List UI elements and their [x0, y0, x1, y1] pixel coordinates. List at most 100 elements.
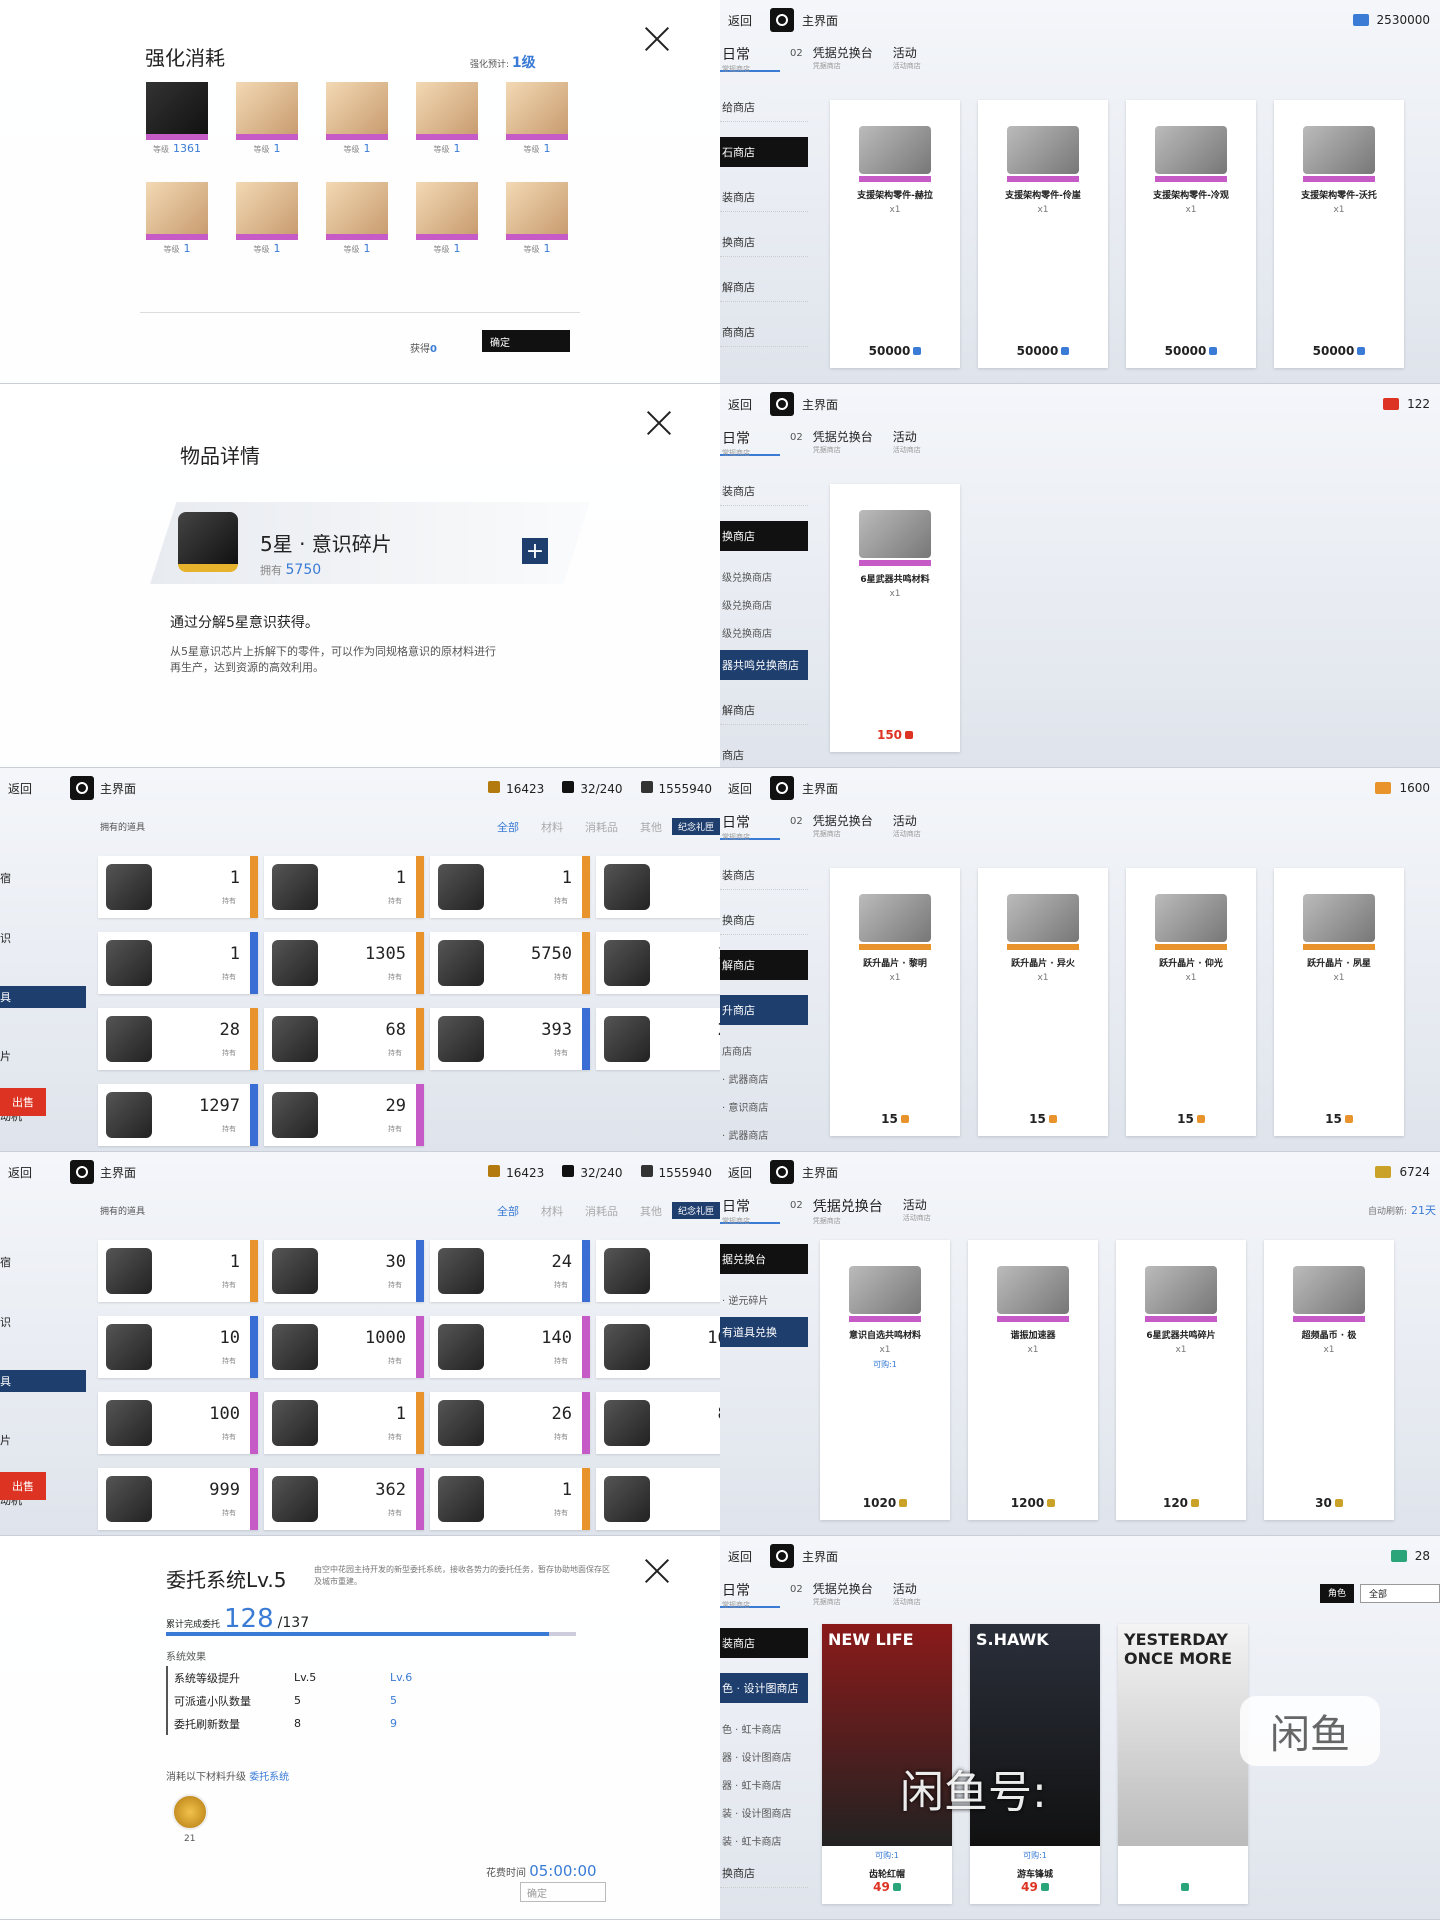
shop-card[interactable]: 支援架构零件-赫拉 x1 50000: [830, 100, 960, 368]
sidebar-item[interactable]: 换商店: [720, 521, 808, 551]
home-icon[interactable]: [770, 1544, 794, 1568]
shop-card[interactable]: 跃升晶片 · 异火 x1 15: [978, 868, 1108, 1136]
inventory-item[interactable]: 140 持有: [430, 1316, 590, 1378]
sidebar-item[interactable]: 具: [0, 986, 86, 1008]
filter-tab[interactable]: 消耗品: [585, 1203, 618, 1219]
home-label[interactable]: 主界面: [802, 396, 1383, 413]
sidebar-item[interactable]: 商店: [720, 740, 808, 767]
enhance-item[interactable]: 等级 1: [236, 82, 298, 155]
sidebar-item[interactable]: 换商店: [720, 905, 808, 935]
sidebar-item[interactable]: 具: [0, 1370, 86, 1392]
sidebar-item[interactable]: 商商店: [720, 317, 808, 347]
sidebar-item[interactable]: 石商店: [720, 137, 808, 167]
sidebar-item[interactable]: 解商店: [720, 272, 808, 302]
enhance-item[interactable]: 等级 1361: [146, 82, 208, 155]
inventory-item[interactable]: 999 持有: [98, 1468, 258, 1530]
inventory-item[interactable]: 1 持有: [98, 1240, 258, 1302]
tab-exchange[interactable]: 凭据兑换台 凭据商店: [813, 1580, 873, 1607]
back-button[interactable]: 返回: [720, 1164, 770, 1181]
filter-tab[interactable]: 其他: [640, 819, 662, 835]
inventory-item[interactable]: 1305 持有: [264, 932, 424, 994]
note-link[interactable]: 委托系统: [249, 1772, 289, 1783]
gift-box-button[interactable]: 纪念礼匣: [671, 818, 720, 835]
tab-event[interactable]: 活动 活动商店: [893, 44, 921, 71]
shop-card[interactable]: 谐振加速器 x1 1200: [968, 1240, 1098, 1520]
home-icon[interactable]: [770, 8, 794, 32]
sidebar-item[interactable]: · 意识商店: [720, 1096, 808, 1116]
filter-tab[interactable]: 消耗品: [585, 819, 618, 835]
enhance-item[interactable]: 等级 1: [146, 182, 208, 255]
enhance-item[interactable]: 等级 1: [416, 82, 478, 155]
sidebar-item[interactable]: 升商店: [720, 995, 808, 1025]
inventory-item[interactable]: 持有: [596, 856, 720, 918]
sidebar-item[interactable]: 有道具兑换: [720, 1317, 808, 1347]
inventory-item[interactable]: 6持有: [596, 1240, 720, 1302]
enhance-item[interactable]: 等级 1: [326, 82, 388, 155]
enhance-item[interactable]: 等级 1: [506, 182, 568, 255]
home-button[interactable]: 主界面: [70, 776, 136, 800]
tab-event[interactable]: 活动 活动商店: [903, 1196, 931, 1223]
inventory-item[interactable]: 1 持有: [264, 1392, 424, 1454]
back-button[interactable]: 返回: [0, 780, 70, 797]
tab-daily[interactable]: 日常 常规商店: [720, 1196, 780, 1225]
home-label[interactable]: 主界面: [802, 12, 1353, 29]
back-button[interactable]: 返回: [720, 1548, 770, 1565]
tab-exchange[interactable]: 凭据兑换台 凭据商店: [813, 1196, 883, 1226]
sidebar-item[interactable]: 装商店: [720, 1628, 808, 1658]
gift-box-button[interactable]: 纪念礼匣: [671, 1202, 720, 1219]
home-button[interactable]: 主界面: [70, 1160, 136, 1184]
back-button[interactable]: 返回: [0, 1164, 70, 1181]
shop-card[interactable]: 6星武器共鸣碎片 x1 120: [1116, 1240, 1246, 1520]
inventory-item[interactable]: 1 持有: [98, 932, 258, 994]
filter-tab[interactable]: 其他: [640, 1203, 662, 1219]
tab-event[interactable]: 活动 活动商店: [893, 812, 921, 839]
add-button[interactable]: +: [522, 538, 548, 564]
shop-card[interactable]: 超频晶币 · 极 x1 30: [1264, 1240, 1394, 1520]
inventory-item[interactable]: 362 持有: [264, 1468, 424, 1530]
inventory-item[interactable]: 100 持有: [98, 1392, 258, 1454]
sidebar-item[interactable]: 换商店: [720, 227, 808, 257]
inventory-item[interactable]: 160持有: [596, 1316, 720, 1378]
inventory-item[interactable]: 26持有: [596, 1008, 720, 1070]
shop-card[interactable]: 跃升晶片 · 夙星 x1 15: [1274, 868, 1404, 1136]
tab-daily[interactable]: 日常 常规商店: [720, 44, 780, 73]
sidebar-item[interactable]: 级兑换商店: [720, 622, 808, 642]
tab-event[interactable]: 活动 活动商店: [893, 1580, 921, 1607]
filter-all[interactable]: 全部: [1360, 1584, 1440, 1603]
enhance-item[interactable]: 等级 1: [326, 182, 388, 255]
sidebar-item[interactable]: · 逆元碎片: [720, 1289, 808, 1309]
sidebar-item[interactable]: 色 · 虹卡商店: [720, 1718, 808, 1738]
sidebar-item[interactable]: 装商店: [720, 476, 808, 506]
home-label[interactable]: 主界面: [802, 780, 1375, 797]
shop-card[interactable]: 支援架构零件-冷观 x1 50000: [1126, 100, 1256, 368]
sidebar-item[interactable]: 解商店: [720, 950, 808, 980]
sidebar-item[interactable]: 据兑换台: [720, 1244, 808, 1274]
inventory-item[interactable]: 1000 持有: [264, 1316, 424, 1378]
sidebar-item[interactable]: 片: [0, 1026, 86, 1086]
sidebar-item[interactable]: 宿: [0, 1232, 86, 1292]
sidebar-item[interactable]: 色 · 设计图商店: [720, 1673, 808, 1703]
tab-daily[interactable]: 日常 常规商店: [720, 812, 780, 841]
sell-button[interactable]: 出售: [0, 1088, 46, 1116]
sidebar-item[interactable]: 给商店: [720, 92, 808, 122]
shop-card[interactable]: 支援架构零件-沃托 x1 50000: [1274, 100, 1404, 368]
filter-tab[interactable]: 材料: [541, 819, 563, 835]
sidebar-item[interactable]: 装 · 虹卡商店: [720, 1830, 808, 1850]
inventory-item[interactable]: 81持有: [596, 1392, 720, 1454]
inventory-item[interactable]: 1 持有: [430, 1468, 590, 1530]
sidebar-item[interactable]: 识: [0, 908, 86, 968]
enhance-item[interactable]: 等级 1: [236, 182, 298, 255]
home-label[interactable]: 主界面: [802, 1548, 1391, 1565]
inventory-item[interactable]: 68 持有: [264, 1008, 424, 1070]
shop-card[interactable]: YESTERDAY ONCE MORE: [1118, 1624, 1248, 1904]
inventory-item[interactable]: 393 持有: [430, 1008, 590, 1070]
home-icon[interactable]: [770, 1160, 794, 1184]
tab-daily[interactable]: 日常 常规商店: [720, 428, 780, 457]
inventory-item[interactable]: 10 持有: [98, 1316, 258, 1378]
close-icon[interactable]: [646, 410, 672, 436]
inventory-item[interactable]: 5750 持有: [430, 932, 590, 994]
sidebar-item[interactable]: 装商店: [720, 182, 808, 212]
inventory-item[interactable]: 29 持有: [264, 1084, 424, 1146]
tab-event[interactable]: 活动 活动商店: [893, 428, 921, 455]
inventory-item[interactable]: 1 持有: [430, 856, 590, 918]
